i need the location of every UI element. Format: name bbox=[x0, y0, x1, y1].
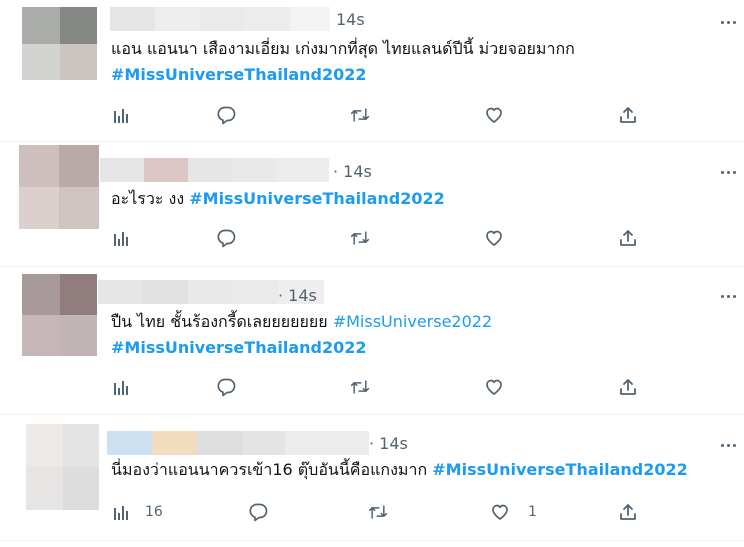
reply-button[interactable] bbox=[216, 375, 236, 399]
avatar-tile bbox=[62, 424, 99, 467]
avatar-tile bbox=[26, 467, 63, 510]
tweet-text-body: แอน แอนนา เสืองามเอี่ยม เก่งมากที่สุด ไท… bbox=[111, 39, 575, 58]
reply-button[interactable] bbox=[248, 500, 268, 524]
timestamp[interactable]: · 14s bbox=[278, 286, 317, 306]
analytics-button[interactable] bbox=[111, 103, 131, 127]
like-icon bbox=[486, 230, 502, 246]
tweet-2[interactable]: · 14s อะไรวะ งง #MissUniverseThailand202… bbox=[0, 142, 744, 266]
avatar[interactable] bbox=[26, 424, 99, 510]
blurred-username[interactable] bbox=[107, 431, 369, 455]
tweet-text-body: อะไรวะ งง bbox=[111, 189, 185, 208]
avatar-tile bbox=[59, 274, 97, 315]
avatar-tile bbox=[26, 424, 63, 467]
retweet-button[interactable] bbox=[350, 103, 370, 127]
reply-button[interactable] bbox=[216, 226, 236, 250]
avatar-tile bbox=[22, 315, 60, 356]
like-count: 1 bbox=[528, 504, 537, 520]
retweet-button[interactable] bbox=[350, 226, 370, 250]
share-icon bbox=[620, 379, 636, 395]
timestamp[interactable]: 14s bbox=[336, 10, 365, 30]
hashtag-link[interactable]: #MissUniverseThailand2022 bbox=[189, 189, 445, 208]
avatar-tile bbox=[19, 187, 59, 229]
avatar[interactable] bbox=[22, 7, 97, 80]
tweet-text: นี่มองว่าแอนนาควรเข้า16 ตุ๊บอันนี้คือแกง… bbox=[111, 457, 688, 483]
timestamp[interactable]: · 14s bbox=[333, 162, 372, 182]
analytics-icon bbox=[114, 381, 128, 395]
like-icon bbox=[492, 504, 508, 520]
avatar[interactable] bbox=[22, 274, 97, 356]
avatar-tile bbox=[22, 7, 60, 44]
avatar-tile bbox=[62, 467, 99, 510]
tweet-text: แอน แอนนา เสืองามเอี่ยม เก่งมากที่สุด ไท… bbox=[111, 36, 575, 88]
share-icon bbox=[620, 230, 636, 246]
avatar-tile bbox=[59, 145, 99, 187]
like-button[interactable]: 1 bbox=[490, 500, 537, 524]
share-button[interactable] bbox=[618, 500, 638, 524]
hashtag-link[interactable]: #MissUniverse2022 bbox=[333, 312, 492, 331]
blurred-username[interactable] bbox=[110, 7, 330, 31]
more-options-button[interactable] bbox=[714, 286, 742, 306]
reply-icon bbox=[217, 229, 236, 248]
reply-icon bbox=[249, 503, 268, 522]
analytics-button[interactable] bbox=[111, 375, 131, 399]
share-button[interactable] bbox=[618, 226, 638, 250]
retweet-button[interactable] bbox=[350, 375, 370, 399]
retweet-icon bbox=[368, 505, 388, 519]
retweet-icon bbox=[350, 108, 370, 122]
share-button[interactable] bbox=[618, 375, 638, 399]
analytics-button[interactable]: 16 bbox=[111, 500, 163, 524]
hashtag-link[interactable]: #MissUniverseThailand2022 bbox=[111, 65, 367, 84]
retweet-icon bbox=[350, 231, 370, 245]
tweet-text-body: นี่มองว่าแอนนาควรเข้า16 ตุ๊บอันนี้คือแกง… bbox=[111, 460, 428, 479]
tweet-3[interactable]: · 14s ปืน ไทย ชั้นร้องกรี้ดเลยยยยยยย #Mi… bbox=[0, 267, 744, 414]
share-icon bbox=[620, 107, 636, 123]
tweet-text-body: ปืน ไทย ชั้นร้องกรี้ดเลยยยยยยย bbox=[111, 312, 328, 331]
avatar-tile bbox=[22, 43, 60, 80]
tweet-1[interactable]: 14s แอน แอนนา เสืองามเอี่ยม เก่งมากที่สุ… bbox=[0, 0, 744, 141]
avatar-tile bbox=[59, 43, 97, 80]
like-icon bbox=[486, 379, 502, 395]
tweet-text: ปืน ไทย ชั้นร้องกรี้ดเลยยยยยยย #MissUniv… bbox=[111, 309, 492, 361]
tweet-4[interactable]: · 14s นี่มองว่าแอนนาควรเข้า16 ตุ๊บอันนี้… bbox=[0, 415, 744, 547]
more-options-button[interactable] bbox=[714, 162, 742, 182]
avatar-tile bbox=[22, 274, 60, 315]
like-icon bbox=[486, 107, 502, 123]
analytics-count: 16 bbox=[145, 504, 163, 520]
like-button[interactable] bbox=[484, 226, 504, 250]
retweet-button[interactable] bbox=[368, 500, 388, 524]
hashtag-link[interactable]: #MissUniverseThailand2022 bbox=[432, 460, 688, 479]
share-button[interactable] bbox=[618, 103, 638, 127]
analytics-button[interactable] bbox=[111, 226, 131, 250]
tweet-text: อะไรวะ งง #MissUniverseThailand2022 bbox=[111, 186, 445, 212]
avatar-tile bbox=[59, 315, 97, 356]
more-options-button[interactable] bbox=[714, 12, 742, 32]
reply-icon bbox=[217, 378, 236, 397]
avatar-tile bbox=[59, 187, 99, 229]
more-options-button[interactable] bbox=[714, 435, 742, 455]
tweet-divider bbox=[0, 540, 744, 541]
avatar[interactable] bbox=[19, 145, 99, 229]
reply-icon bbox=[217, 106, 236, 125]
blurred-username[interactable] bbox=[100, 158, 329, 182]
like-button[interactable] bbox=[484, 103, 504, 127]
analytics-icon bbox=[114, 506, 128, 520]
avatar-tile bbox=[19, 145, 59, 187]
hashtag-link[interactable]: #MissUniverseThailand2022 bbox=[111, 338, 367, 357]
like-button[interactable] bbox=[484, 375, 504, 399]
timestamp[interactable]: · 14s bbox=[369, 434, 408, 454]
tweet-feed: 14s แอน แอนนา เสืองามเอี่ยม เก่งมากที่สุ… bbox=[0, 0, 744, 547]
analytics-icon bbox=[114, 232, 128, 246]
retweet-icon bbox=[350, 380, 370, 394]
avatar-tile bbox=[59, 7, 97, 44]
analytics-icon bbox=[114, 109, 128, 123]
share-icon bbox=[620, 504, 636, 520]
reply-button[interactable] bbox=[216, 103, 236, 127]
